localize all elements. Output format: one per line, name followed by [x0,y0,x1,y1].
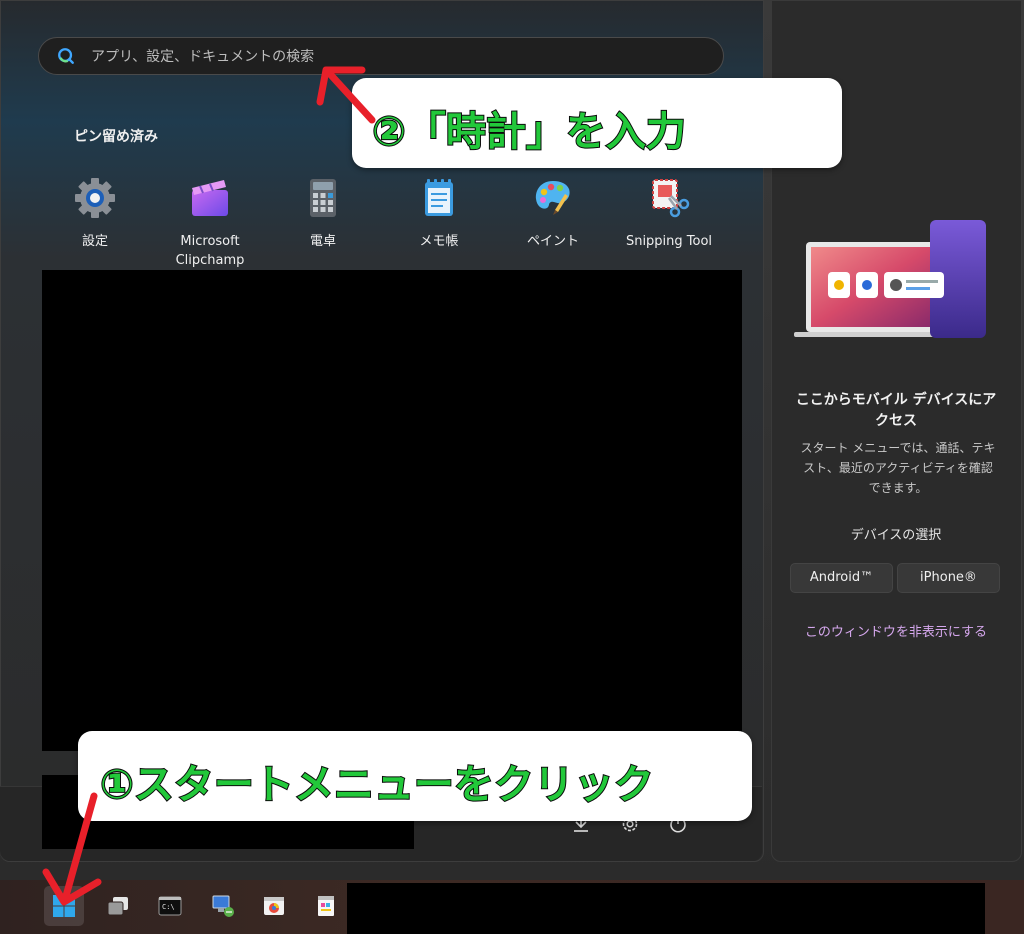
pinned-app-label: Microsoft Clipchamp [175,234,245,268]
pinned-app-snipping-tool[interactable]: Snipping Tool [612,176,726,251]
windows-logo-icon [53,895,75,917]
pinned-app-calculator[interactable]: 電卓 [268,176,378,251]
taskbar-document[interactable] [306,886,346,926]
annotation-step2-text: ②「時計」を入力 [371,108,687,156]
taskbar-browser[interactable] [254,886,294,926]
notepad-icon [425,179,453,216]
taskbar-start-button[interactable] [44,886,84,926]
pinned-app-notepad[interactable]: メモ帳 [384,176,494,251]
pinned-app-paint[interactable]: ペイント [498,176,608,251]
hide-window-link[interactable]: このウィンドウを非表示にする [790,621,1002,640]
pinned-section-title: ピン留め済み [74,129,158,145]
gear-icon [75,178,115,218]
android-button[interactable]: Android™ [790,563,893,593]
terminal-icon: C:\ [158,896,182,916]
device-select-label: デバイスの選択 [850,528,942,543]
phone-link-illustration-icon [794,220,986,338]
pinned-app-clipchamp[interactable]: Microsoft Clipchamp [155,176,265,270]
document-icon [318,896,334,916]
search-input[interactable] [89,38,693,76]
clipchamp-icon [192,180,228,216]
redacted-taskbar-area [347,883,985,934]
phone-link-description: スタート メニューでは、通話、テキスト、最近のアクティビティを確認できます。 [800,441,996,495]
taskbar-network[interactable] [203,886,243,926]
pinned-app-label: 電卓 [309,234,336,249]
scissors-icon [652,179,690,218]
pinned-app-label: ペイント [526,234,579,249]
taskbar-terminal[interactable]: C:\ [150,886,190,926]
pinned-app-label: 設定 [81,234,108,249]
task-view-icon [107,897,128,916]
pinned-app-label: Snipping Tool [625,234,713,249]
pinned-app-settings[interactable]: 設定 [40,176,150,251]
phone-link-title: ここからモバイル デバイスにアクセス [795,392,997,429]
redacted-area [42,270,742,751]
taskbar-task-view[interactable] [98,886,138,926]
iphone-button[interactable]: iPhone® [897,563,1000,593]
browser-window-icon [264,897,284,915]
annotation-step1-text: ①スタートメニューをクリック [99,761,655,809]
svg-text:C:\: C:\ [162,903,175,911]
calculator-icon [310,179,336,217]
pinned-app-label: メモ帳 [419,234,459,249]
paint-palette-icon [535,181,570,215]
search-box[interactable] [38,37,724,76]
network-computer-icon [212,895,234,917]
search-icon [58,48,74,64]
